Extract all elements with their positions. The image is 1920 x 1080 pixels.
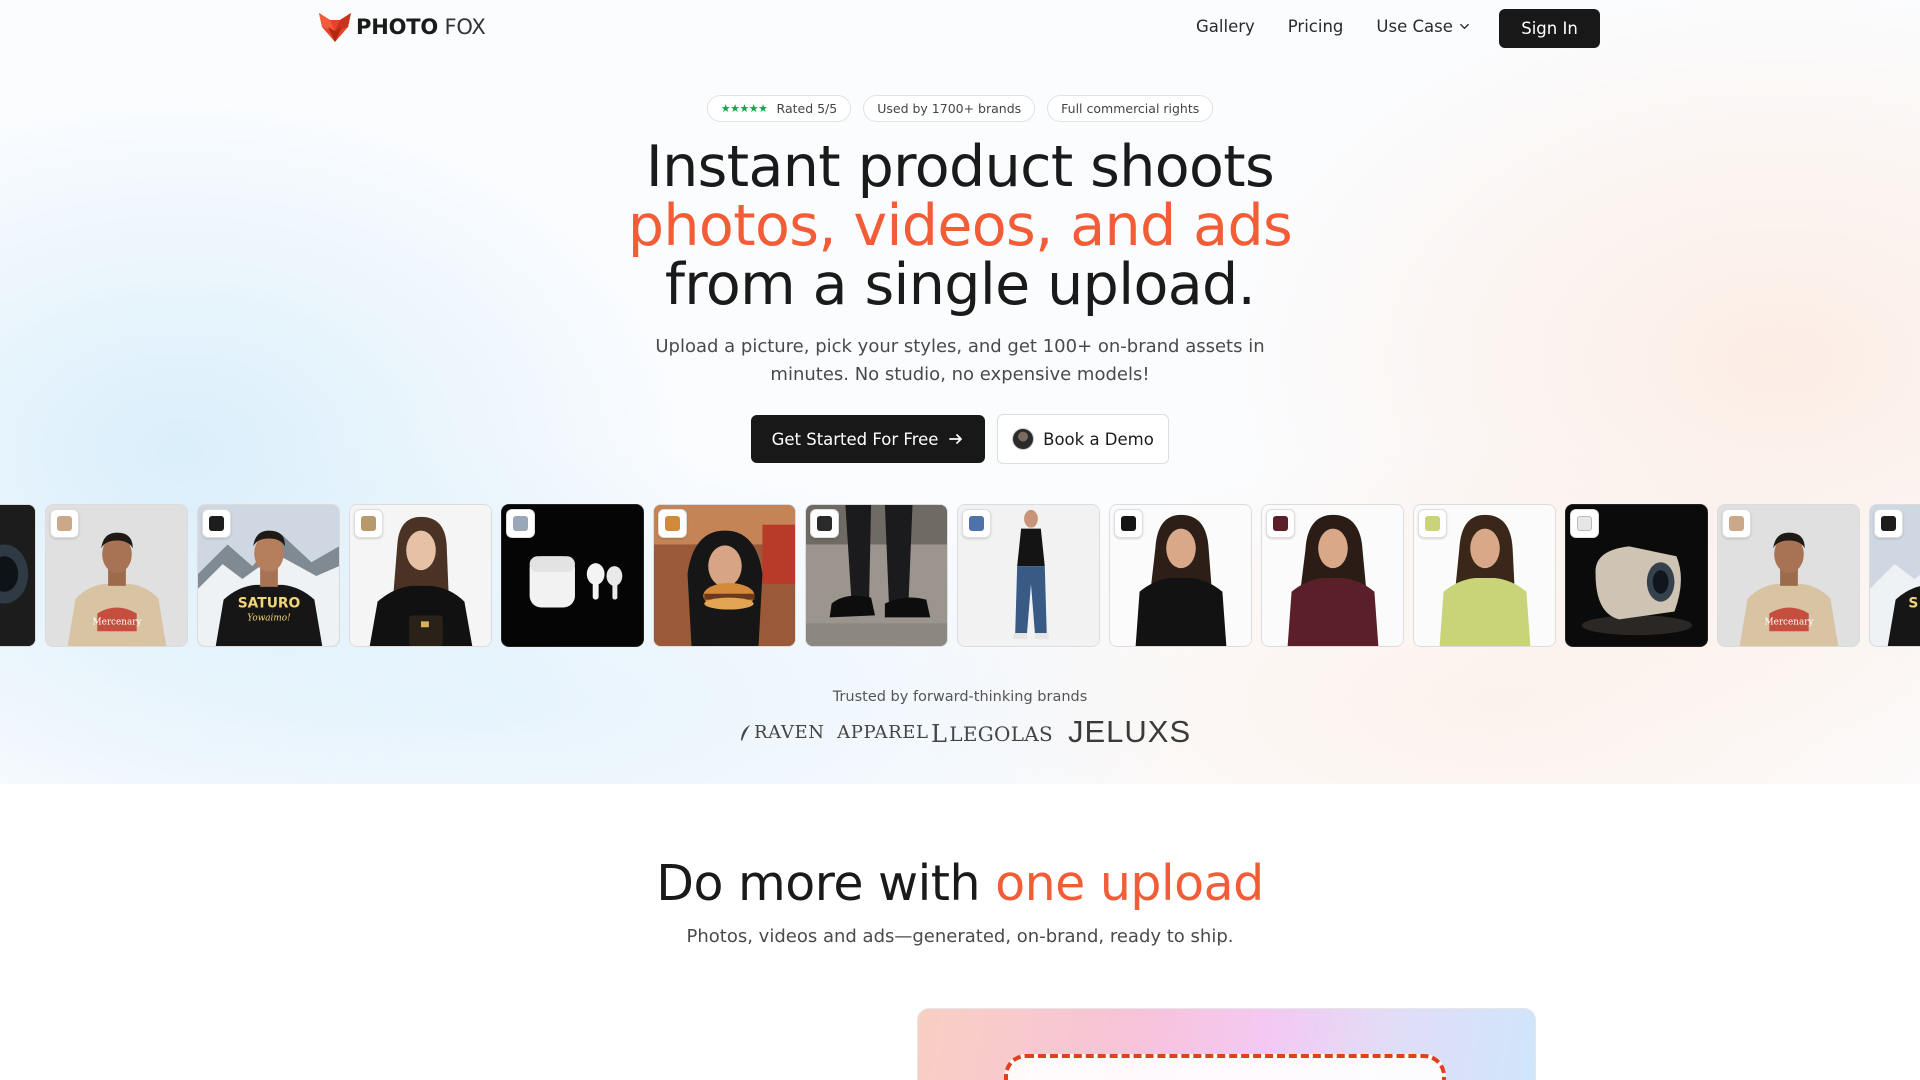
brand-logo-raven-apparel: RAVEN APPAREL bbox=[739, 722, 929, 743]
brand-name: LEGOLAS bbox=[949, 722, 1054, 746]
brand-logo[interactable]: PHOTO FOX bbox=[318, 11, 486, 43]
brand-wordmark-light: FOX bbox=[444, 15, 486, 39]
nav-use-case-label: Use Case bbox=[1376, 17, 1453, 36]
hero-subtext: Upload a picture, pick your styles, and … bbox=[0, 333, 1920, 389]
product-thumbnail bbox=[1722, 509, 1751, 538]
product-thumbnail bbox=[1418, 509, 1447, 538]
nav-pricing[interactable]: Pricing bbox=[1288, 17, 1344, 36]
hero-section: ★★★★★ Rated 5/5 Used by 1700+ brands Ful… bbox=[0, 0, 1920, 784]
trusted-label: Trusted by forward-thinking brands bbox=[832, 689, 1088, 705]
brand-wordmark: PHOTO FOX bbox=[356, 15, 486, 39]
product-thumbnail bbox=[50, 509, 79, 538]
nav-use-case[interactable]: Use Case bbox=[1376, 17, 1469, 36]
product-thumbnail bbox=[1874, 509, 1903, 538]
shirt-print-text: S bbox=[1908, 596, 1918, 612]
feather-icon bbox=[741, 724, 750, 741]
hero-headline: Instant product shoots photos, videos, a… bbox=[0, 138, 1920, 315]
legolas-monogram-icon: Ⅼ bbox=[931, 720, 948, 748]
gallery-strip: Mercenary SATURO Yowaimo! Mercenary S bbox=[0, 504, 1920, 647]
shirt-print-text: Mercenary bbox=[93, 617, 142, 627]
sign-in-button[interactable]: Sign In bbox=[1499, 9, 1600, 48]
upload-preview-card bbox=[917, 1008, 1536, 1080]
rating-badge: ★★★★★ Rated 5/5 bbox=[706, 95, 852, 122]
gallery-tile[interactable]: S bbox=[1869, 504, 1920, 647]
main-nav: Gallery Pricing Use Case bbox=[1196, 17, 1503, 36]
product-thumbnail bbox=[658, 509, 687, 538]
section-title-plain: Do more with bbox=[656, 855, 996, 912]
rating-text: Rated 5/5 bbox=[776, 101, 838, 116]
avatar bbox=[1012, 428, 1035, 450]
gallery-tile[interactable]: Mercenary bbox=[1717, 504, 1860, 647]
projector-image bbox=[0, 505, 35, 646]
section-title-accent: one upload bbox=[995, 855, 1264, 912]
gallery-tile[interactable]: Mercenary bbox=[45, 504, 188, 647]
headline-line-2-accent: photos, videos, and ads bbox=[627, 193, 1293, 259]
subtext-line-1: Upload a picture, pick your styles, and … bbox=[655, 336, 1265, 357]
gallery-tile[interactable] bbox=[957, 504, 1100, 647]
get-started-button[interactable]: Get Started For Free bbox=[751, 415, 985, 463]
gallery-tile[interactable] bbox=[1565, 504, 1708, 647]
brands-badge: Used by 1700+ brands bbox=[863, 95, 1036, 122]
chevron-down-icon bbox=[1459, 23, 1469, 30]
brand-logos: RAVEN APPAREL Ⅼ LEGOLAS JELUXS bbox=[0, 714, 1920, 754]
trust-badges: ★★★★★ Rated 5/5 Used by 1700+ brands Ful… bbox=[0, 95, 1920, 122]
brand-logo-jeluxs: JELUXS bbox=[1068, 714, 1192, 749]
shirt-print-text: SATURO bbox=[238, 596, 301, 612]
product-thumbnail bbox=[962, 509, 991, 538]
book-demo-label: Book a Demo bbox=[1043, 429, 1154, 449]
gallery-tile[interactable]: SATURO Yowaimo! bbox=[197, 504, 340, 647]
nav-gallery[interactable]: Gallery bbox=[1196, 17, 1255, 36]
site-header: PHOTO FOX Gallery Pricing Use Case Sign … bbox=[0, 0, 1920, 55]
product-thumbnail bbox=[1266, 509, 1295, 538]
star-rating-icon: ★★★★★ bbox=[720, 102, 768, 115]
gallery-tile[interactable] bbox=[349, 504, 492, 647]
subtext-line-2: minutes. No studio, no expensive models! bbox=[770, 364, 1150, 385]
get-started-label: Get Started For Free bbox=[771, 429, 939, 449]
brand-wordmark-bold: PHOTO bbox=[356, 15, 438, 39]
product-thumbnail bbox=[354, 509, 383, 538]
product-thumbnail bbox=[1114, 509, 1143, 538]
product-thumbnail bbox=[810, 509, 839, 538]
product-thumbnail bbox=[1570, 509, 1599, 538]
section-title: Do more with one upload bbox=[0, 855, 1920, 912]
fox-logo-icon bbox=[319, 13, 351, 42]
gallery-tile[interactable] bbox=[805, 504, 948, 647]
headline-line-1: Instant product shoots bbox=[645, 134, 1275, 200]
arrow-right-icon bbox=[949, 434, 963, 444]
gallery-tile[interactable] bbox=[1109, 504, 1252, 647]
brand-name: RAVEN APPAREL bbox=[754, 722, 929, 743]
shirt-print-subtext: Yowaimo! bbox=[247, 613, 290, 623]
headline-line-3: from a single upload. bbox=[664, 252, 1256, 318]
gallery-tile[interactable] bbox=[1261, 504, 1404, 647]
section-subtitle: Photos, videos and ads—generated, on-bra… bbox=[686, 926, 1234, 947]
product-thumbnail bbox=[202, 509, 231, 538]
gallery-tile[interactable] bbox=[501, 504, 644, 647]
shirt-print-text: Mercenary bbox=[1765, 617, 1814, 627]
product-thumbnail bbox=[506, 509, 535, 538]
book-demo-button[interactable]: Book a Demo bbox=[997, 414, 1169, 464]
brand-logo-legolas: Ⅼ LEGOLAS bbox=[931, 720, 1053, 748]
gallery-tile[interactable] bbox=[0, 504, 36, 647]
upload-dropzone[interactable] bbox=[1004, 1054, 1446, 1080]
rights-badge: Full commercial rights bbox=[1047, 95, 1214, 122]
gallery-tile[interactable] bbox=[653, 504, 796, 647]
gallery-tile[interactable] bbox=[1413, 504, 1556, 647]
